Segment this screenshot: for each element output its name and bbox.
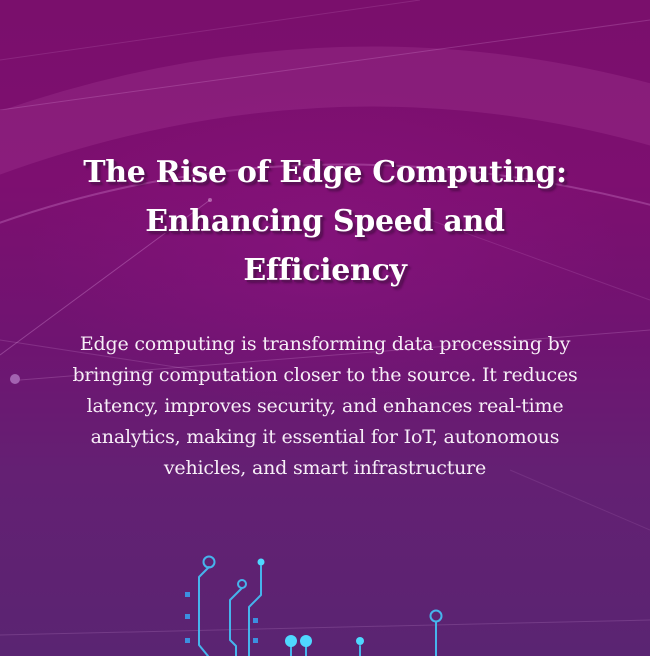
headline-line-3: Efficiency xyxy=(243,253,407,288)
headline-line-2: Enhancing Speed and xyxy=(145,204,505,239)
page-headline: The Rise of Edge Computing: Enhancing Sp… xyxy=(40,148,610,295)
body-paragraph: Edge computing is transforming data proc… xyxy=(72,333,578,479)
headline-line-1: The Rise of Edge Computing: xyxy=(83,155,567,190)
circuit-board-icon xyxy=(185,555,443,656)
